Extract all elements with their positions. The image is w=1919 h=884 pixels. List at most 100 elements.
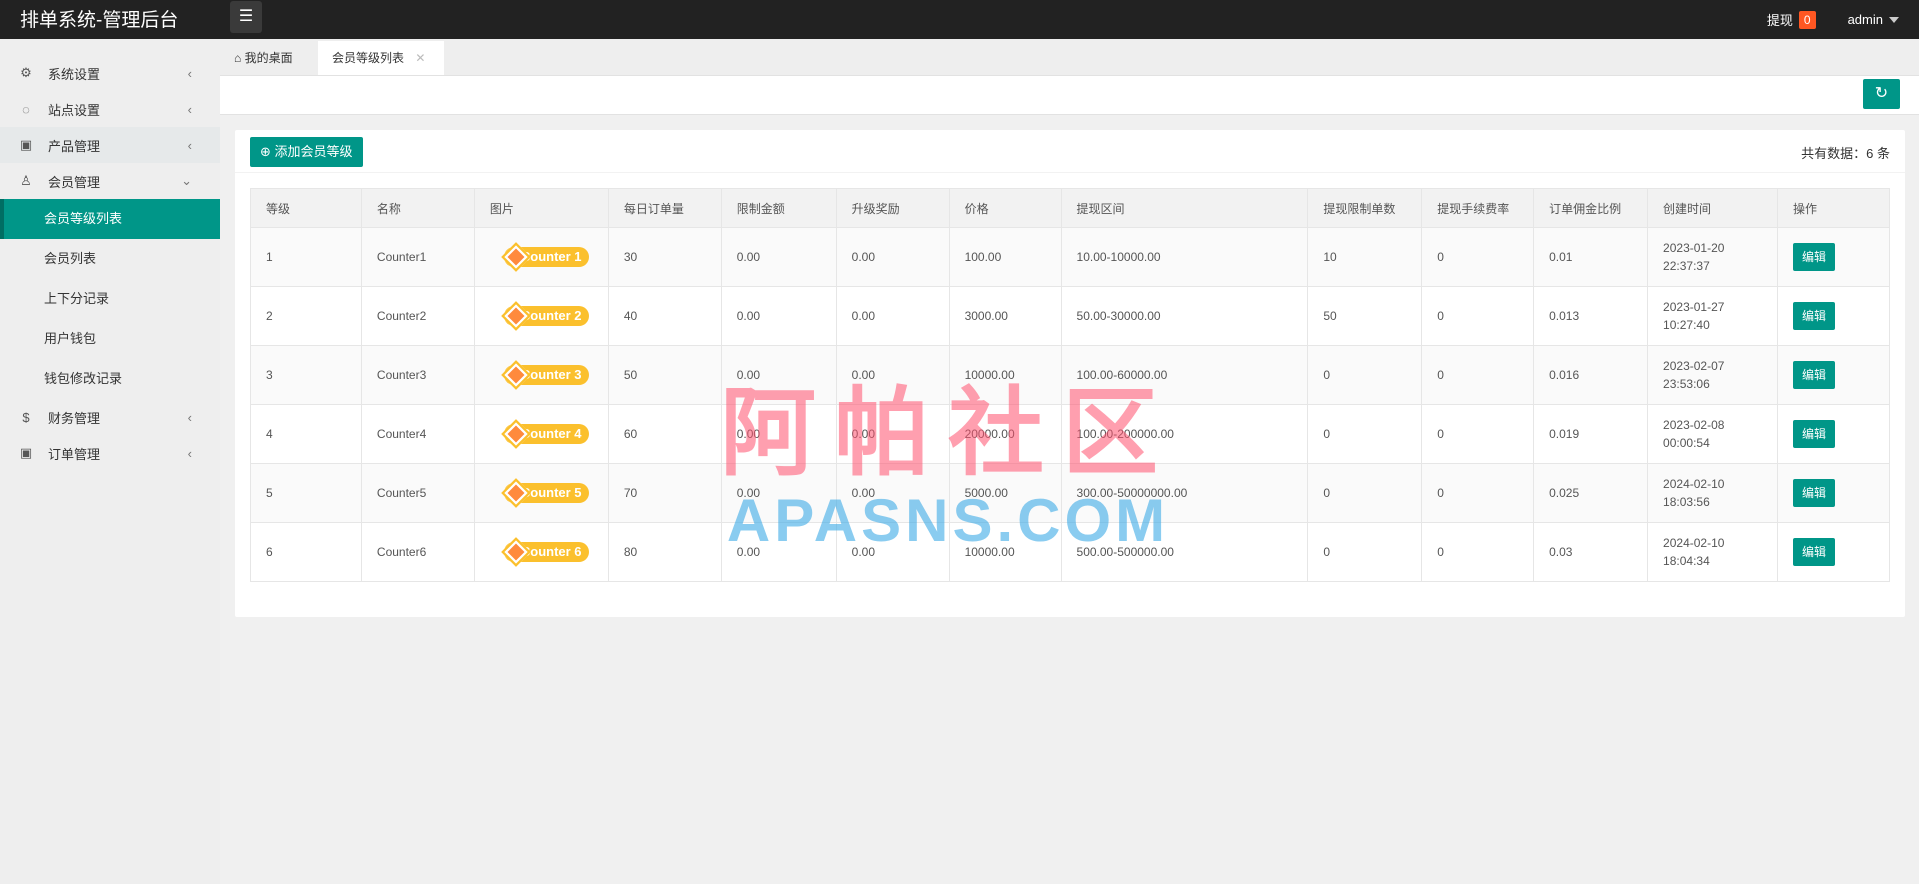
table-cell: 300.00-50000000.00 xyxy=(1060,463,1309,523)
table-cell: 编辑 xyxy=(1776,463,1891,523)
table-cell: Counter6 xyxy=(360,522,475,582)
table-cell: 0.00 xyxy=(835,227,950,287)
table-cell: 编辑 xyxy=(1776,227,1891,287)
table-cell: 30 xyxy=(607,227,722,287)
table-cell: 10000.00 xyxy=(948,345,1062,405)
chevron-left-icon: ‹ xyxy=(187,137,192,153)
sidebar-sub-wallet[interactable]: 用户钱包 xyxy=(0,319,220,359)
plus-circle-icon: ⊕ xyxy=(260,144,271,159)
level-badge-image: Counter 6 xyxy=(501,537,589,567)
app-title: 排单系统-管理后台 xyxy=(20,10,179,31)
column-header: 价格 xyxy=(948,188,1062,228)
edit-button[interactable]: 编辑 xyxy=(1792,361,1835,389)
sidebar-item-label: 会员管理 xyxy=(48,174,101,190)
tab-level-list[interactable]: 会员等级列表 ✕ xyxy=(318,41,444,75)
column-header: 提现手续费率 xyxy=(1421,188,1535,228)
tab-bar: ⌂ 我的桌面 会员等级列表 ✕ xyxy=(220,39,1919,75)
table-cell: Counter4 xyxy=(360,404,475,464)
table-cell: 10 xyxy=(1307,227,1423,287)
table-row: 4 Counter4 Counter 4 60 0.00 0.00 20000.00 100.… xyxy=(250,404,1891,464)
table-cell: 0.013 xyxy=(1533,286,1649,346)
table-cell: 0 xyxy=(1421,404,1535,464)
table-cell: 6 xyxy=(250,522,362,582)
withdraw-link[interactable]: 提现 xyxy=(1767,10,1793,29)
table-cell: 编辑 xyxy=(1776,404,1891,464)
column-header: 订单佣金比例 xyxy=(1533,188,1649,228)
sidebar-item-member[interactable]: ♙ 会员管理 ⌄ xyxy=(0,163,220,199)
table-cell: 0 xyxy=(1421,345,1535,405)
refresh-icon: ↻ xyxy=(1874,85,1889,102)
level-badge-image: Counter 1 xyxy=(501,242,589,272)
diamond-icon xyxy=(501,478,531,508)
table-cell: 10000.00 xyxy=(948,522,1062,582)
refresh-button[interactable]: ↻ xyxy=(1863,79,1900,109)
table-cell: 60 xyxy=(607,404,722,464)
chevron-left-icon: ‹ xyxy=(187,65,192,81)
sidebar-item-system[interactable]: ⚙ 系统设置 ‹ xyxy=(0,55,220,91)
close-icon[interactable]: ✕ xyxy=(415,51,425,65)
table-cell: Counter 3 xyxy=(473,345,609,405)
tab-home[interactable]: ⌂ 我的桌面 xyxy=(220,41,307,75)
column-header: 创建时间 xyxy=(1647,188,1778,228)
sidebar-item-label: 站点设置 xyxy=(48,102,101,118)
table-cell: 50.00-30000.00 xyxy=(1060,286,1309,346)
edit-button[interactable]: 编辑 xyxy=(1792,538,1835,566)
table-cell: 2023-02-07 23:53:06 xyxy=(1647,345,1778,405)
sidebar-item-label: 产品管理 xyxy=(48,138,101,154)
table-cell: 70 xyxy=(607,463,722,523)
sidebar-sub-level-list[interactable]: 会员等级列表 xyxy=(0,199,220,239)
level-badge-image: Counter 2 xyxy=(501,301,589,331)
column-header: 提现区间 xyxy=(1060,188,1309,228)
table-cell: 100.00 xyxy=(948,227,1062,287)
table-cell: 0.019 xyxy=(1533,404,1649,464)
box-icon: ▣ xyxy=(19,137,33,152)
table-cell: Counter3 xyxy=(360,345,475,405)
column-header: 每日订单量 xyxy=(607,188,722,228)
table-cell: 0 xyxy=(1307,522,1423,582)
table-cell: 0.00 xyxy=(720,286,837,346)
user-menu[interactable]: admin xyxy=(1848,12,1883,27)
table-row: 1 Counter1 Counter 1 30 0.00 0.00 100.00 10.00-… xyxy=(250,227,1891,287)
table-cell: 0.00 xyxy=(835,286,950,346)
edit-button[interactable]: 编辑 xyxy=(1792,420,1835,448)
sidebar-sub-wallet-log[interactable]: 钱包修改记录 xyxy=(0,359,220,399)
sidebar-item-finance[interactable]: $ 财务管理 ‹ xyxy=(0,399,220,435)
caret-down-icon[interactable] xyxy=(1889,16,1899,28)
table-row: 5 Counter5 Counter 5 70 0.00 0.00 5000.00 300.0… xyxy=(250,463,1891,523)
table-row: 2 Counter2 Counter 2 40 0.00 0.00 3000.00 50.00… xyxy=(250,286,1891,346)
table-cell: Counter 6 xyxy=(473,522,609,582)
table-cell: 100.00-200000.00 xyxy=(1060,404,1309,464)
table-cell: 3000.00 xyxy=(948,286,1062,346)
diamond-icon xyxy=(501,242,531,272)
sidebar-sub-member-list[interactable]: 会员列表 xyxy=(0,239,220,279)
table-cell: 2023-02-08 00:00:54 xyxy=(1647,404,1778,464)
sidebar-sub-score-log[interactable]: 上下分记录 xyxy=(0,279,220,319)
level-badge-image: Counter 5 xyxy=(501,478,589,508)
table-cell: 2024-02-10 18:04:34 xyxy=(1647,522,1778,582)
table-cell: 0 xyxy=(1421,463,1535,523)
level-badge-image: Counter 4 xyxy=(501,419,589,449)
table-cell: 2 xyxy=(250,286,362,346)
table-cell: 5 xyxy=(250,463,362,523)
table-cell: 0.00 xyxy=(720,404,837,464)
gear-icon: ⚙ xyxy=(20,65,32,80)
column-header: 限制金额 xyxy=(720,188,837,228)
table-cell: 100.00-60000.00 xyxy=(1060,345,1309,405)
edit-button[interactable]: 编辑 xyxy=(1792,302,1835,330)
sidebar-item-site[interactable]: ◌ 站点设置 ‹ xyxy=(0,91,220,127)
table-cell: 0.00 xyxy=(835,522,950,582)
sidebar-item-product[interactable]: ▣ 产品管理 ‹ xyxy=(0,127,220,163)
edit-button[interactable]: 编辑 xyxy=(1792,479,1835,507)
table-cell: Counter 4 xyxy=(473,404,609,464)
edit-button[interactable]: 编辑 xyxy=(1792,243,1835,271)
table-cell: Counter5 xyxy=(360,463,475,523)
table-cell: 0 xyxy=(1421,227,1535,287)
table-cell: 0.00 xyxy=(720,227,837,287)
sidebar-item-label: 财务管理 xyxy=(48,410,101,426)
hamburger-icon: ☰ xyxy=(238,8,254,25)
add-level-button[interactable]: ⊕ 添加会员等级 xyxy=(250,137,363,167)
tab-label: 我的桌面 xyxy=(244,51,293,65)
table-cell: 2024-02-10 18:03:56 xyxy=(1647,463,1778,523)
menu-toggle-button[interactable]: ☰ xyxy=(230,1,262,33)
sidebar-item-order[interactable]: ▣ 订单管理 ‹ xyxy=(0,435,220,471)
